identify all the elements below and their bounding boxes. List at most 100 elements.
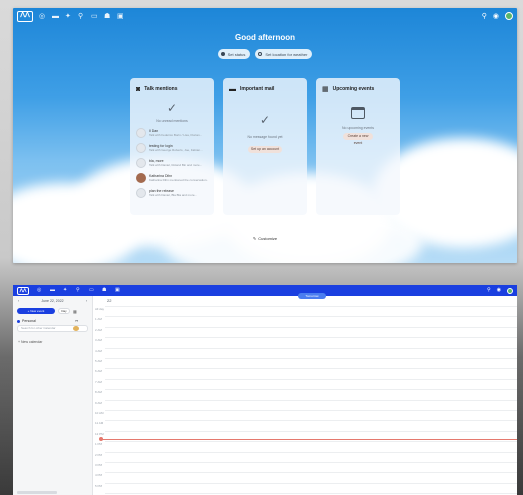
hour-label: 4 AM xyxy=(95,348,102,353)
dashboard-icon[interactable]: ◎ xyxy=(37,288,42,293)
hour-row[interactable] xyxy=(105,316,517,318)
calendar-app-icon[interactable]: ▣ xyxy=(117,13,124,20)
hour-row[interactable] xyxy=(105,482,517,484)
activity-icon[interactable]: ⚲ xyxy=(78,13,85,20)
hour-row[interactable] xyxy=(105,358,517,359)
empty-note: No upcoming events xyxy=(342,126,374,130)
empty-note: No unread mentions xyxy=(156,119,188,123)
photos-icon[interactable]: ✦ xyxy=(65,13,72,20)
top-navigation-bar: ᐱᐱ ◎ ▬ ✦ ⚲ ▭ ☗ ▣ ⚲ ◉ xyxy=(13,285,517,296)
hour-row[interactable] xyxy=(105,306,517,307)
search-icon[interactable]: ⚲ xyxy=(487,287,491,294)
nextcloud-logo[interactable]: ᐱᐱ xyxy=(17,10,33,22)
setup-account-button[interactable]: Set up an account xyxy=(248,146,282,153)
hour-label: 1 PM xyxy=(95,442,103,447)
calendar-settings[interactable] xyxy=(17,491,57,494)
activity-icon[interactable]: ⚲ xyxy=(76,288,81,293)
date-navigator: ‹ June 22, 2022 › xyxy=(13,296,92,303)
top-navigation-bar: ᐱᐱ ◎ ▬ ✦ ⚲ ▭ ☗ ▣ ⚲ ◉ xyxy=(13,8,517,24)
current-time-dot xyxy=(99,437,103,441)
user-avatar[interactable] xyxy=(505,12,513,20)
checkmark-icon: ✓ xyxy=(259,113,271,127)
day-column-header: 22 xyxy=(107,298,112,303)
current-time-line xyxy=(101,439,517,440)
mention-subtitle: Talk with Daniel, Roland Bin and more... xyxy=(149,163,203,167)
user-avatar[interactable] xyxy=(507,287,513,294)
hour-label: 5 AM xyxy=(95,359,102,363)
mention-item[interactable]: Il Dan Talk with Federico Borin / Lisa, F… xyxy=(136,128,208,138)
talk-mentions-panel: ◙ Talk mentions ✓ No unread mentions Il … xyxy=(130,78,214,215)
mention-item[interactable]: plan the release Talk with Daniel, Bla Bl… xyxy=(136,188,208,198)
mention-subtitle: Katharina Dihn mentioned the conversatio… xyxy=(149,178,208,182)
hour-row[interactable] xyxy=(105,462,517,463)
hour-row[interactable] xyxy=(105,430,517,432)
nextcloud-logo[interactable]: ᐱᐱ xyxy=(17,286,29,295)
day-grid[interactable]: 22 All day 1 AM 2 AM 3 AM 4 AM 5 AM 6 AM 7 AM 8 … xyxy=(93,296,517,495)
mention-avatar xyxy=(136,173,146,183)
calendar-name: Personal xyxy=(22,319,36,323)
dashboard-screen: ᐱᐱ ◎ ▬ ✦ ⚲ ▭ ☗ ▣ ⚲ ◉ Good afternoon Set … xyxy=(13,8,517,263)
hour-label: 5 PM xyxy=(95,483,103,488)
grid-view-icon[interactable]: ▦ xyxy=(73,309,77,314)
hour-row[interactable] xyxy=(105,441,517,443)
mention-item[interactable]: bla, more Talk with Daniel, Roland Bin an… xyxy=(136,158,208,168)
calendar-app-icon[interactable]: ▣ xyxy=(115,288,120,293)
mention-subtitle: Talk with Daniel, Bla Bla and more... xyxy=(149,193,198,197)
notifications-icon[interactable]: ◉ xyxy=(493,13,499,20)
hour-row[interactable] xyxy=(105,410,517,411)
mention-avatar xyxy=(136,188,146,198)
share-icon[interactable]: ⚯ xyxy=(75,319,78,323)
hour-label: 9 AM xyxy=(95,400,102,405)
new-calendar-link[interactable]: + New calendar xyxy=(13,340,92,344)
contacts-icon[interactable]: ☗ xyxy=(102,288,107,293)
hour-row[interactable] xyxy=(105,389,517,391)
panel-title: Important mail xyxy=(240,86,275,92)
hour-row[interactable] xyxy=(105,399,517,401)
hour-label: 4 PM xyxy=(95,473,103,478)
upcoming-events-panel: ▦ Upcoming events No upcoming events Cre… xyxy=(316,78,400,215)
hour-row[interactable] xyxy=(105,420,517,422)
search-calendar-input[interactable]: Search for other Calendar xyxy=(17,325,88,332)
hour-row[interactable] xyxy=(105,368,517,370)
hour-label: 1 AM xyxy=(95,317,102,322)
mention-item[interactable]: Katharina Dihn Katharina Dihn mentioned t… xyxy=(136,173,208,183)
hour-label: 6 AM xyxy=(95,369,102,374)
new-event-button[interactable]: + New event xyxy=(17,308,55,314)
hour-label: 3 AM xyxy=(95,338,102,343)
hour-row[interactable] xyxy=(105,378,517,380)
mail-icon: ▬ xyxy=(229,85,236,93)
hour-row[interactable] xyxy=(105,493,517,495)
search-icon[interactable]: ⚲ xyxy=(482,13,487,20)
mention-item[interactable]: testing for login Talk with George Robert… xyxy=(136,143,208,153)
hour-label: 10 AM xyxy=(95,411,104,415)
hour-label: 8 AM xyxy=(95,390,102,395)
create-event-button[interactable]: Create a new event xyxy=(343,133,373,145)
view-selector[interactable]: Day xyxy=(58,308,70,314)
hour-row[interactable] xyxy=(105,451,517,453)
hour-row[interactable] xyxy=(105,347,517,349)
files-icon[interactable]: ▬ xyxy=(50,288,55,293)
dashboard-icon[interactable]: ◎ xyxy=(39,13,46,20)
hour-label: 2 AM xyxy=(95,327,102,332)
hour-label: 11 AM xyxy=(95,421,104,426)
hour-row[interactable] xyxy=(105,337,517,339)
talk-app-icon[interactable]: ▭ xyxy=(91,13,98,20)
next-day-icon[interactable]: › xyxy=(86,299,87,303)
hour-row[interactable] xyxy=(105,326,517,328)
current-date-label[interactable]: June 22, 2022 xyxy=(19,299,86,303)
status-row: Set status Set location for weather xyxy=(13,49,517,59)
weather-icon xyxy=(258,52,263,56)
photos-icon[interactable]: ✦ xyxy=(63,288,68,293)
hour-row[interactable] xyxy=(105,472,517,474)
weather-location-button[interactable]: Set location for weather xyxy=(255,49,313,59)
hour-label: 12 PM xyxy=(95,431,104,436)
calendar-list-item[interactable]: Personal ⚯ xyxy=(13,319,92,323)
talk-app-icon[interactable]: ▭ xyxy=(89,288,94,293)
calendar-icon: ▦ xyxy=(322,85,329,93)
files-icon[interactable]: ▬ xyxy=(52,13,59,20)
set-status-button[interactable]: Set status xyxy=(217,49,251,59)
notifications-icon[interactable]: ◉ xyxy=(497,287,501,294)
contacts-icon[interactable]: ☗ xyxy=(104,13,111,20)
customize-button[interactable]: ✎ Customize xyxy=(249,234,281,243)
calendar-sidebar: ‹ June 22, 2022 › + New event Day ▦ Pers… xyxy=(13,296,93,495)
